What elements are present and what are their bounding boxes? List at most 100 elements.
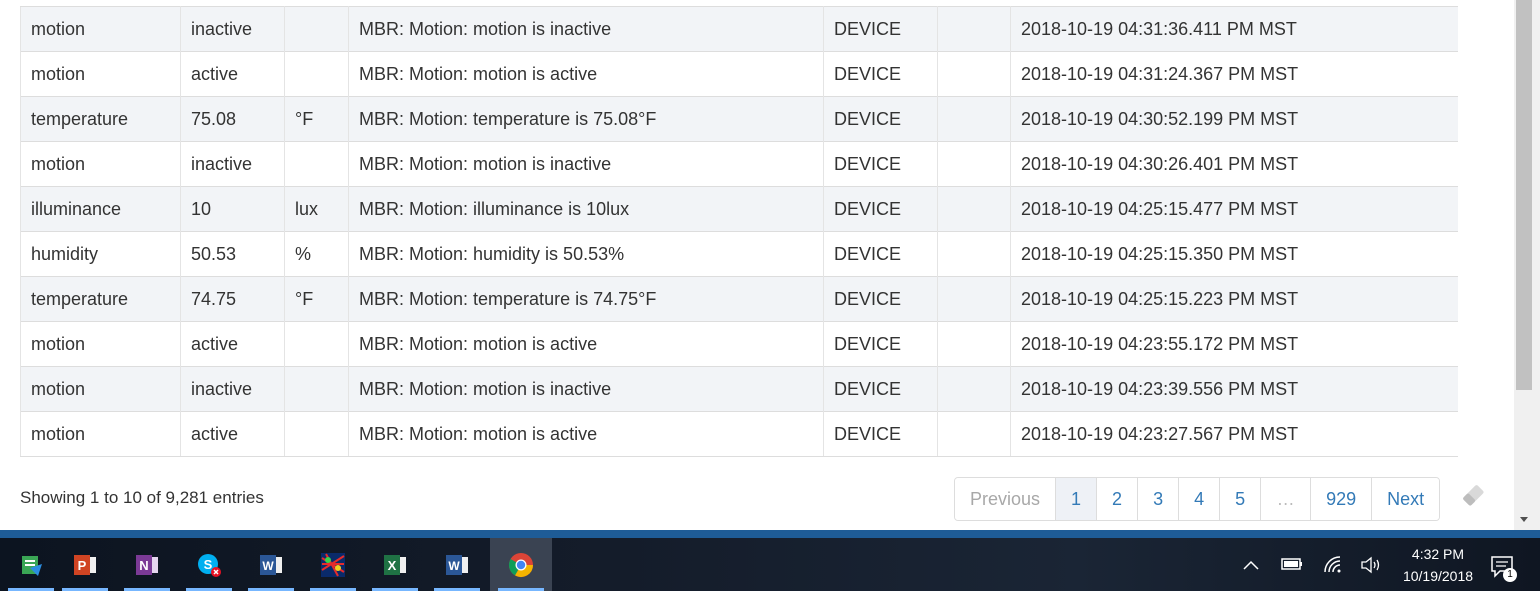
clock-time[interactable]: 4:32 PM — [1396, 546, 1480, 562]
event-value-cell: inactive — [180, 6, 285, 52]
event-date-cell: 2018-10-19 04:23:39.556 PM MST — [1010, 366, 1458, 412]
event-name-cell: temperature — [20, 96, 181, 142]
event-name-cell: motion — [20, 6, 181, 52]
volume-icon[interactable] — [1360, 556, 1382, 574]
file-explorer-icon[interactable] — [0, 538, 62, 591]
table-row: motion inactive MBR: Motion: motion is ina… — [20, 141, 1458, 187]
battery-icon[interactable] — [1280, 556, 1304, 572]
event-extra-cell — [937, 366, 1011, 412]
word-icon-2[interactable]: W — [426, 538, 488, 591]
page-3-button[interactable]: 3 — [1137, 478, 1179, 520]
event-date-cell: 2018-10-19 04:30:52.199 PM MST — [1010, 96, 1458, 142]
events-table-body: motion inactive MBR: Motion: motion is ina… — [20, 6, 1458, 457]
next-page-button[interactable]: Next — [1371, 478, 1440, 520]
event-date-cell: 2018-10-19 04:25:15.477 PM MST — [1010, 186, 1458, 232]
event-date-cell: 2018-10-19 04:23:27.567 PM MST — [1010, 411, 1458, 457]
table-row: temperature 75.08 °F MBR: Motion: temperatu… — [20, 96, 1458, 142]
excel-icon[interactable]: X — [364, 538, 426, 591]
previous-page-button[interactable]: Previous — [955, 478, 1056, 520]
window-border — [0, 530, 1540, 538]
table-row: motion active MBR: Motion: motion is activ… — [20, 51, 1458, 97]
event-date-cell: 2018-10-19 04:30:26.401 PM MST — [1010, 141, 1458, 187]
event-description-cell: MBR: Motion: motion is active — [348, 411, 824, 457]
event-description-cell: MBR: Motion: motion is active — [348, 51, 824, 97]
event-name-cell: motion — [20, 366, 181, 412]
event-date-cell: 2018-10-19 04:31:24.367 PM MST — [1010, 51, 1458, 97]
event-extra-cell — [937, 411, 1011, 457]
event-name-cell: temperature — [20, 276, 181, 322]
table-info: Showing 1 to 10 of 9,281 entries — [20, 488, 264, 507]
event-description-cell: MBR: Motion: motion is active — [348, 321, 824, 367]
onenote-icon[interactable]: N — [116, 538, 178, 591]
powerpoint-icon[interactable]: P — [54, 538, 116, 591]
event-extra-cell — [937, 141, 1011, 187]
pagination: Previous 1 2 3 4 5 … 929 Next — [954, 477, 1441, 521]
event-name-cell: illuminance — [20, 186, 181, 232]
event-type-cell: DEVICE — [823, 6, 938, 52]
event-unit-cell: °F — [284, 96, 349, 142]
table-row: motion active MBR: Motion: motion is activ… — [20, 321, 1458, 367]
event-value-cell: active — [180, 321, 285, 367]
event-unit-cell — [284, 321, 349, 367]
svg-text:W: W — [448, 559, 460, 573]
event-value-cell: inactive — [180, 366, 285, 412]
event-description-cell: MBR: Motion: humidity is 50.53% — [348, 231, 824, 277]
event-extra-cell — [937, 321, 1011, 367]
chrome-icon[interactable] — [490, 538, 552, 591]
event-value-cell: 10 — [180, 186, 285, 232]
event-extra-cell — [937, 186, 1011, 232]
event-name-cell: motion — [20, 411, 181, 457]
event-type-cell: DEVICE — [823, 321, 938, 367]
event-type-cell: DEVICE — [823, 186, 938, 232]
scrollbar-thumb[interactable] — [1516, 0, 1532, 390]
page-929-button[interactable]: 929 — [1310, 478, 1372, 520]
event-type-cell: DEVICE — [823, 276, 938, 322]
event-description-cell: MBR: Motion: motion is inactive — [348, 6, 824, 52]
scroll-down-arrow-icon[interactable] — [1520, 517, 1528, 522]
event-value-cell: 74.75 — [180, 276, 285, 322]
event-unit-cell — [284, 141, 349, 187]
page-2-button[interactable]: 2 — [1096, 478, 1138, 520]
word-icon[interactable]: W — [240, 538, 302, 591]
table-row: motion inactive MBR: Motion: motion is ina… — [20, 366, 1458, 412]
events-table-wrapper: motion inactive MBR: Motion: motion is ina… — [20, 6, 1458, 457]
eraser-icon[interactable] — [1458, 480, 1488, 510]
event-type-cell: DEVICE — [823, 366, 938, 412]
clock-date[interactable]: 10/19/2018 — [1390, 568, 1486, 584]
event-name-cell: motion — [20, 141, 181, 187]
pagination-ellipsis: … — [1260, 478, 1311, 520]
table-row: temperature 74.75 °F MBR: Motion: temperatu… — [20, 276, 1458, 322]
events-table: motion inactive MBR: Motion: motion is ina… — [20, 6, 1458, 457]
event-description-cell: MBR: Motion: motion is inactive — [348, 141, 824, 187]
event-value-cell: active — [180, 411, 285, 457]
vertical-scrollbar[interactable] — [1514, 0, 1540, 530]
event-name-cell: motion — [20, 51, 181, 97]
event-unit-cell — [284, 6, 349, 52]
event-type-cell: DEVICE — [823, 51, 938, 97]
table-row: humidity 50.53% MBR: Motion: humidity is 5… — [20, 231, 1458, 277]
event-name-cell: motion — [20, 321, 181, 367]
event-description-cell: MBR: Motion: temperature is 75.08°F — [348, 96, 824, 142]
event-name-cell: humidity — [20, 231, 181, 277]
wifi-icon[interactable] — [1322, 554, 1344, 574]
page-5-button[interactable]: 5 — [1219, 478, 1261, 520]
event-description-cell: MBR: Motion: illuminance is 10lux — [348, 186, 824, 232]
table-row: motion inactive MBR: Motion: motion is ina… — [20, 6, 1458, 52]
event-extra-cell — [937, 276, 1011, 322]
event-type-cell: DEVICE — [823, 96, 938, 142]
event-value-cell: active — [180, 51, 285, 97]
page-4-button[interactable]: 4 — [1178, 478, 1220, 520]
chevron-up-icon[interactable] — [1242, 558, 1260, 572]
event-extra-cell — [937, 51, 1011, 97]
event-date-cell: 2018-10-19 04:25:15.223 PM MST — [1010, 276, 1458, 322]
skype-icon[interactable]: S — [178, 538, 240, 591]
content-area: motion inactive MBR: Motion: motion is ina… — [0, 0, 1514, 530]
taskbar: P N S W X W 4:32 PM 10/19/2018 1 — [0, 538, 1540, 591]
svg-text:X: X — [388, 558, 397, 573]
event-value-cell: 75.08 — [180, 96, 285, 142]
event-value-cell: 50.53 — [180, 231, 285, 277]
event-unit-cell — [284, 411, 349, 457]
network-app-icon[interactable] — [302, 538, 364, 591]
table-row: illuminance 10 lux MBR: Motion: illuminance… — [20, 186, 1458, 232]
page-1-button[interactable]: 1 — [1055, 478, 1097, 520]
